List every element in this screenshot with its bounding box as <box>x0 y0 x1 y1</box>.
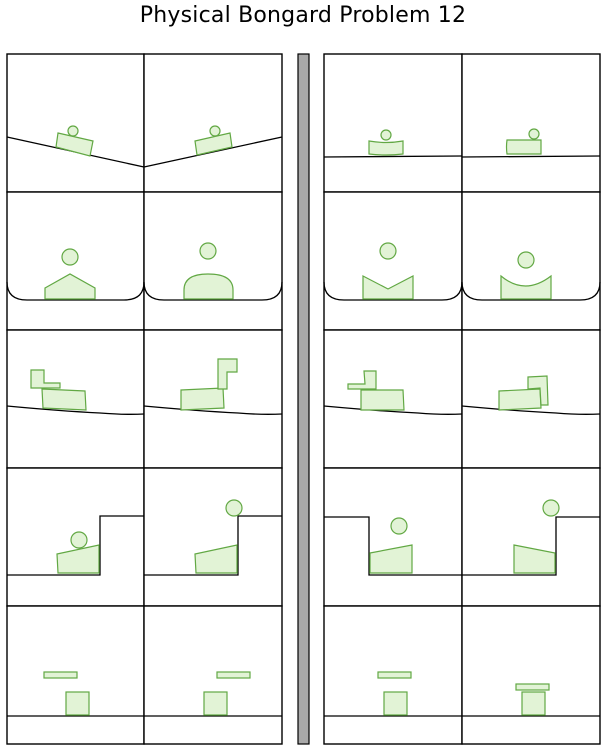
group-divider <box>297 53 310 745</box>
block-shape <box>183 273 234 300</box>
box <box>203 691 228 716</box>
block-shape <box>368 140 404 156</box>
ball <box>225 499 243 517</box>
ball <box>517 251 535 269</box>
ball <box>67 125 79 137</box>
panel-left-r4-c2 <box>143 467 283 607</box>
panel-left-r3-c1 <box>6 329 145 469</box>
bongard-board <box>6 53 601 745</box>
panel-left-r5-c1 <box>6 605 145 745</box>
left-group <box>6 53 283 745</box>
panel-right-r4-c2 <box>461 467 601 607</box>
panel-left-r3-c2 <box>143 329 283 469</box>
panel-right-r1-c1 <box>323 53 463 193</box>
box <box>65 691 90 716</box>
panel-left-r5-c2 <box>143 605 283 745</box>
panel-left-r2-c2 <box>143 191 283 331</box>
plank <box>515 683 550 691</box>
block-shape <box>505 139 542 155</box>
box <box>383 691 408 716</box>
panel-right-r1-c2 <box>461 53 601 193</box>
panel-right-r3-c2 <box>461 329 601 469</box>
box <box>521 691 546 716</box>
ball <box>528 128 540 140</box>
panel-right-r3-c1 <box>323 329 463 469</box>
panel-left-r4-c1 <box>6 467 145 607</box>
plank <box>216 671 251 679</box>
plank <box>43 671 78 679</box>
block-shape <box>498 388 542 411</box>
ball <box>542 499 560 517</box>
ball <box>61 248 79 266</box>
panel-right-r4-c1 <box>323 467 463 607</box>
panel-left-r2-c1 <box>6 191 145 331</box>
panel-left-r1-c2 <box>143 53 283 193</box>
block-shape <box>180 387 225 411</box>
block-shape <box>41 388 87 411</box>
ball <box>209 125 221 137</box>
panel-right-r2-c1 <box>323 191 463 331</box>
plank <box>377 671 412 679</box>
panel-left-r1-c1 <box>6 53 145 193</box>
ball <box>380 129 392 141</box>
block-shape <box>360 389 405 411</box>
ball <box>70 531 88 549</box>
ball <box>199 242 217 260</box>
ball <box>379 242 397 260</box>
panel-right-r5-c1 <box>323 605 463 745</box>
panel-right-r2-c2 <box>461 191 601 331</box>
panel-right-r5-c2 <box>461 605 601 745</box>
right-group <box>323 53 601 745</box>
ball <box>390 517 408 535</box>
